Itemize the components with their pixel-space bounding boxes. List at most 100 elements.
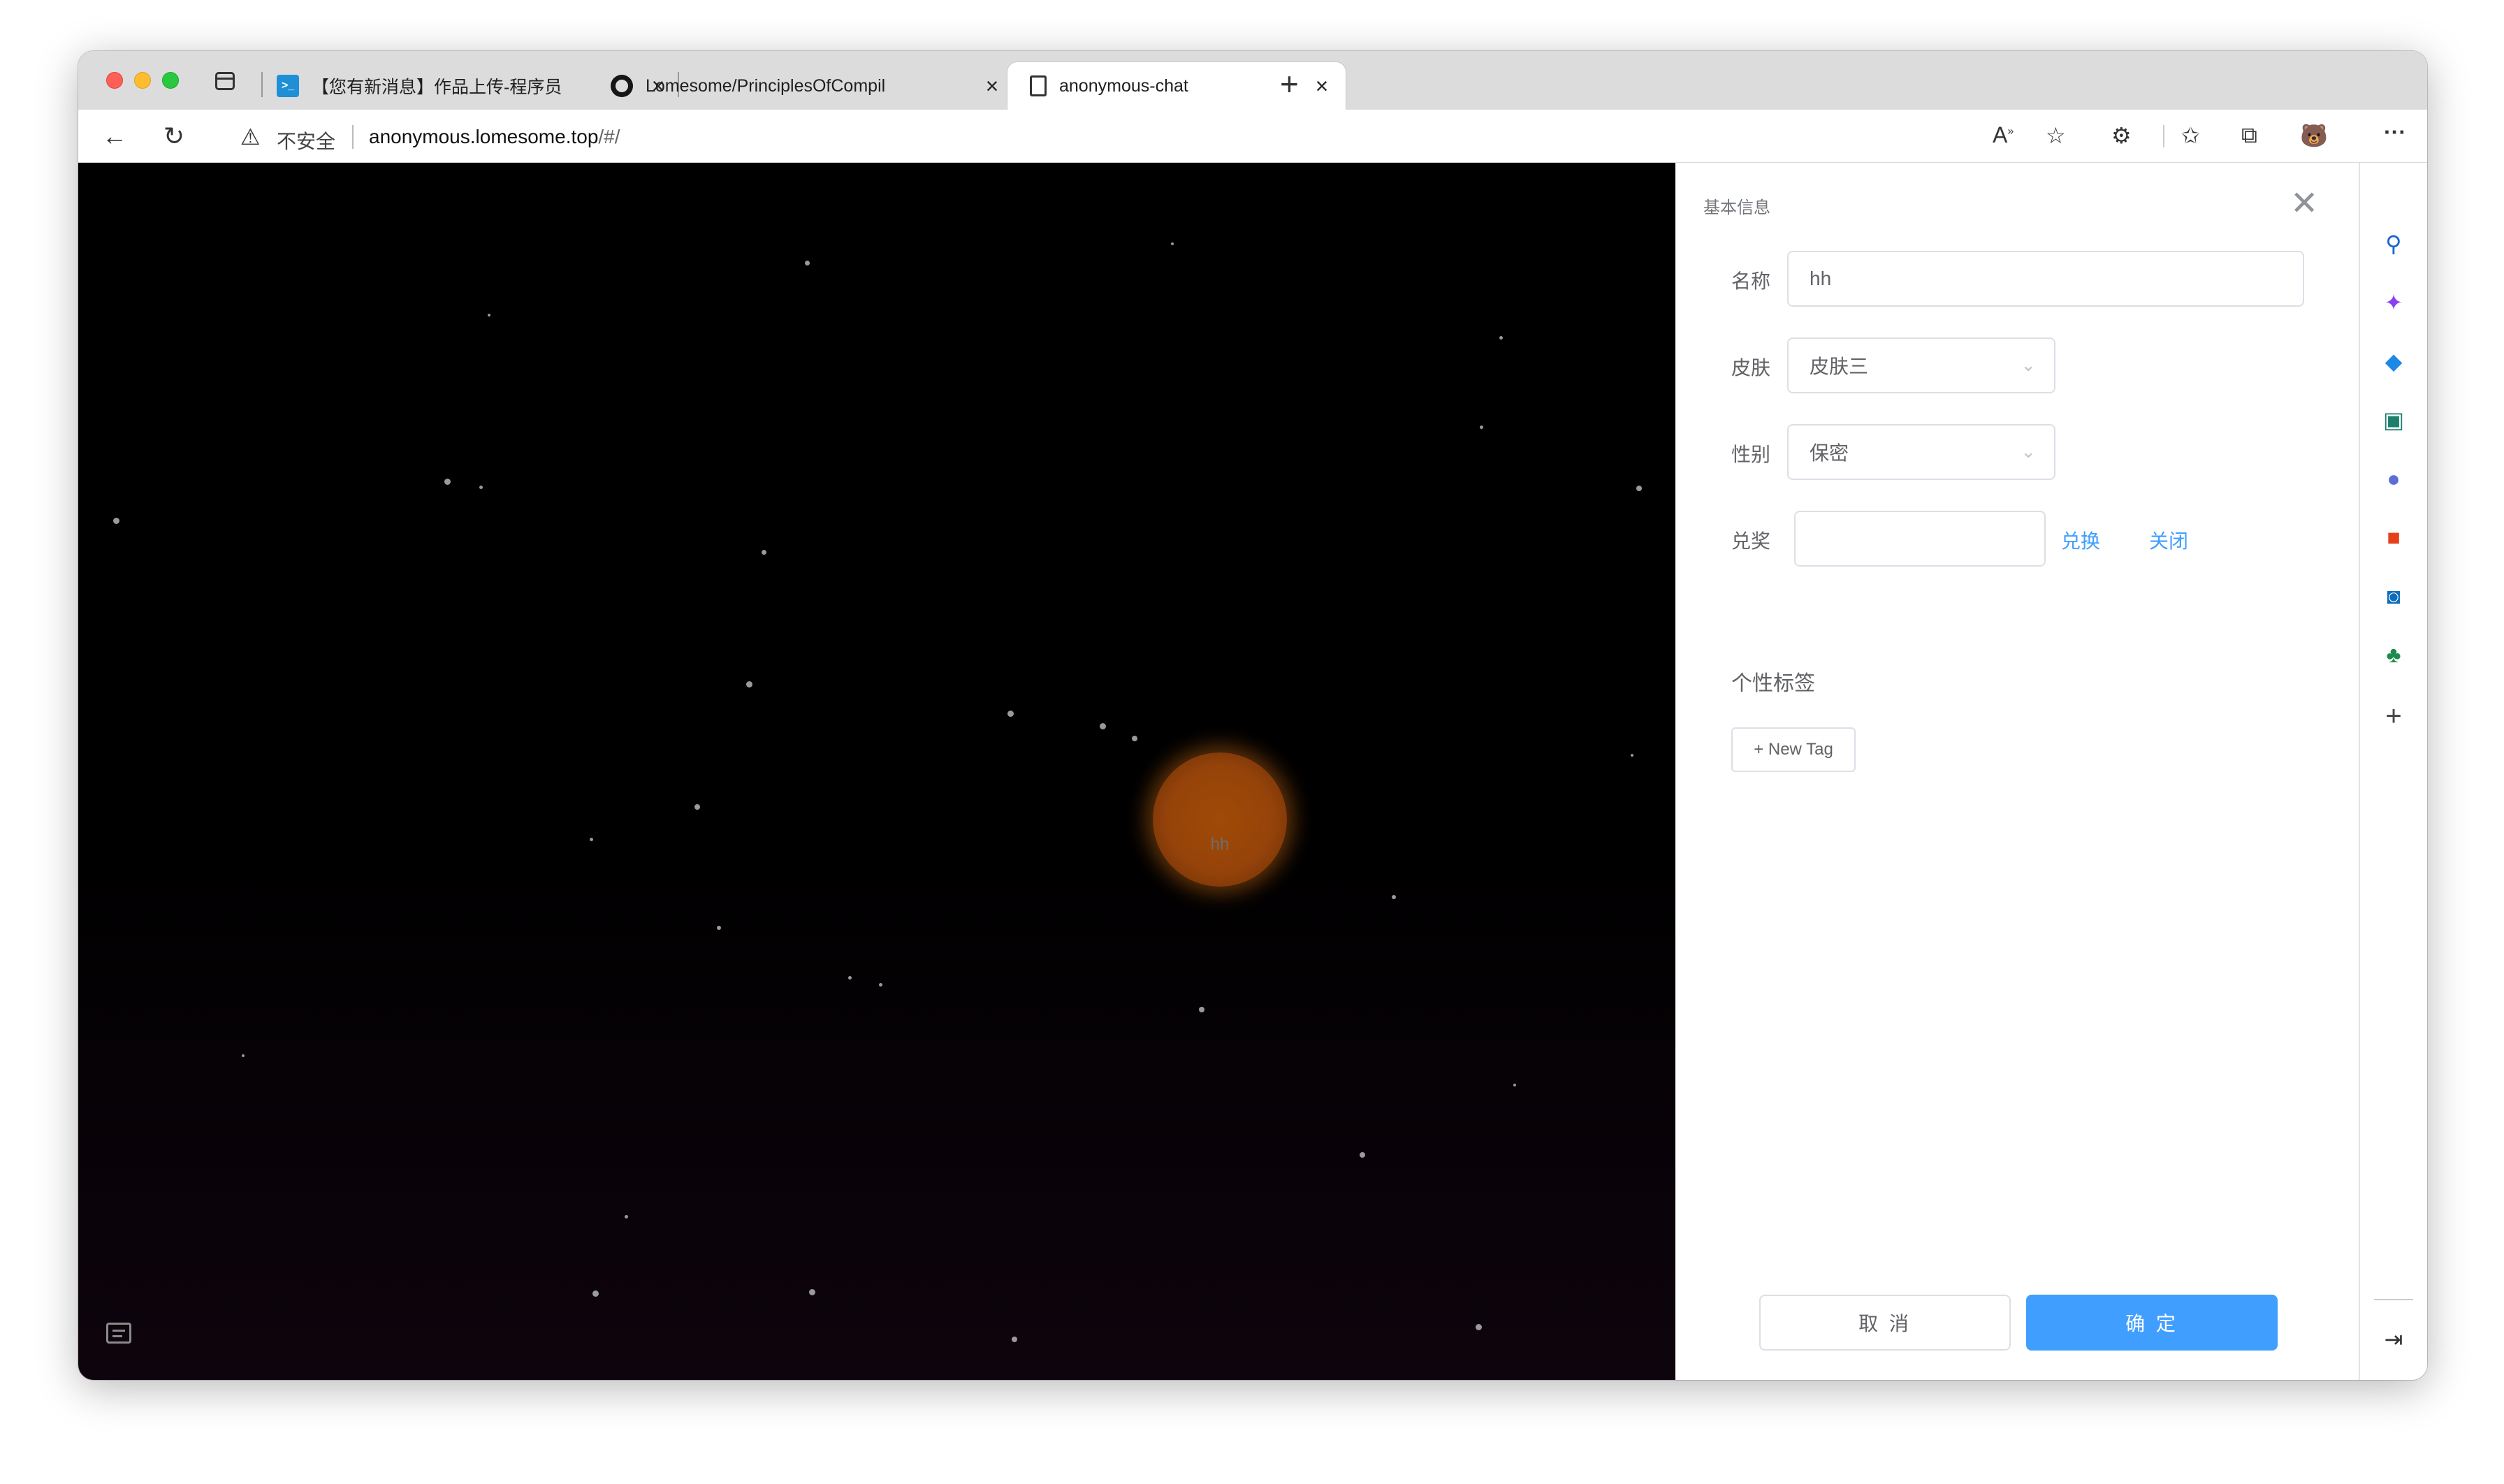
tab-title: anonymous-chat [1059, 75, 1188, 96]
chat-icon[interactable] [106, 1323, 131, 1344]
tab-actions-icon[interactable] [215, 72, 235, 90]
star [1100, 723, 1106, 729]
security-label[interactable]: 不安全 [277, 126, 335, 154]
star [625, 1215, 628, 1219]
edge-sidebar: ⚲ ✦ ◆ ▣ ● ■ ◙ ♣ + ⇥ ⚙ [2360, 163, 2427, 1380]
close-window-button[interactable] [106, 72, 123, 89]
office-icon[interactable]: ■ [2380, 523, 2408, 551]
address-bar[interactable]: ⚠ 不安全 anonymous.lomesome.top/#/ [218, 115, 2118, 157]
tree-icon[interactable]: ♣ [2380, 641, 2408, 669]
new-tag-button[interactable]: + New Tag [1731, 727, 1856, 772]
close-icon[interactable]: ✕ [2290, 184, 2318, 223]
toolbar: ← ↻ ⚠ 不安全 anonymous.lomesome.top/#/ A» ☆… [78, 110, 2427, 163]
collections-icon[interactable]: ⧉ [2241, 122, 2257, 149]
add-icon[interactable]: + [2380, 702, 2408, 730]
gender-label: 性别 [1731, 444, 1771, 465]
gender-select[interactable]: 保密 ⌄ [1787, 424, 2055, 480]
star [746, 681, 752, 688]
sidebar-divider [2374, 1299, 2413, 1300]
name-input[interactable]: hh [1787, 251, 2304, 307]
starfield-canvas[interactable]: hh [78, 163, 1675, 1380]
cancel-button[interactable]: 取 消 [1759, 1295, 2011, 1351]
star [1513, 1084, 1516, 1086]
tab-separator [261, 72, 263, 97]
browser-window: >_ 【您有新消息】作品上传-程序员 × Lomesome/Principles… [78, 51, 2427, 1380]
add-favorite-icon[interactable]: ☆ [2046, 122, 2066, 149]
star [113, 518, 119, 524]
star [1476, 1324, 1482, 1330]
tab-notifications[interactable]: >_ 【您有新消息】作品上传-程序员 × [277, 62, 668, 110]
star [1171, 242, 1174, 245]
star [805, 261, 810, 265]
star [1499, 336, 1503, 340]
redeem-input[interactable] [1794, 511, 2046, 567]
star [1392, 895, 1396, 899]
star [809, 1289, 815, 1295]
star [479, 486, 483, 489]
page-icon [1030, 75, 1047, 96]
tab-github-content[interactable]: Lomesome/PrinciplesOfCompil × [611, 62, 1002, 110]
close-icon[interactable]: × [1312, 73, 1332, 99]
star [1631, 754, 1633, 757]
drawer-title: 基本信息 [1703, 198, 1770, 217]
skin-select-value: 皮肤三 [1810, 356, 1869, 377]
star [488, 314, 490, 317]
star [694, 804, 700, 810]
star [762, 550, 766, 555]
redeem-label: 兑奖 [1731, 530, 1771, 552]
split-screen-icon[interactable]: ⇥ [2380, 1325, 2408, 1353]
extensions-icon[interactable]: ⚙ [2111, 122, 2132, 149]
tab-title: Lomesome/PrinciplesOfCompil [646, 75, 886, 96]
star [592, 1290, 599, 1297]
chevron-down-icon: ⌄ [2021, 441, 2036, 462]
outlook-icon[interactable]: ◙ [2380, 582, 2408, 610]
profile-drawer: 基本信息 ✕ 名称 hh 皮肤 皮肤三 ⌄ 性别 保密 ⌄ 兑奖 兑换 关闭 个… [1675, 163, 2360, 1380]
address-separator [352, 125, 354, 149]
name-label: 名称 [1731, 270, 1771, 292]
games-icon[interactable]: ● [2380, 465, 2408, 493]
star [444, 479, 451, 485]
new-tab-icon[interactable]: + [1280, 65, 1299, 103]
minimize-window-button[interactable] [134, 72, 151, 89]
github-icon [611, 75, 633, 97]
star [848, 976, 852, 980]
star [717, 926, 721, 930]
refresh-icon[interactable]: ↻ [163, 124, 184, 149]
profile-avatar-icon[interactable]: 🐻 [2300, 122, 2328, 149]
close-icon[interactable]: × [982, 73, 1002, 99]
back-arrow-icon[interactable]: ← [102, 124, 127, 149]
avatar-name-label: hh [1210, 835, 1230, 854]
user-avatar-orb[interactable] [1153, 752, 1287, 887]
more-options-icon[interactable]: ··· [2384, 119, 2406, 145]
warning-icon[interactable]: ⚠ [240, 124, 261, 150]
star [1007, 711, 1014, 717]
confirm-button[interactable]: 确 定 [2026, 1295, 2278, 1351]
zoom-window-button[interactable] [162, 72, 179, 89]
url-text[interactable]: anonymous.lomesome.top/#/ [369, 126, 620, 148]
close-link[interactable]: 关闭 [2149, 526, 2188, 554]
url-path: /#/ [598, 126, 620, 147]
copilot-icon[interactable]: ✦ [2380, 289, 2408, 317]
star [1636, 486, 1642, 491]
read-aloud-icon[interactable]: A» [1993, 122, 2014, 148]
shopping-icon[interactable]: ◆ [2380, 347, 2408, 375]
skin-label: 皮肤 [1731, 357, 1771, 379]
name-input-value: hh [1810, 268, 1832, 289]
star [590, 838, 593, 841]
search-icon[interactable]: ⚲ [2380, 230, 2408, 258]
favorites-icon[interactable]: ✩ [2181, 122, 2200, 149]
toolbar-separator [2163, 125, 2164, 147]
tab-strip: >_ 【您有新消息】作品上传-程序员 × Lomesome/Principles… [78, 51, 2427, 110]
star [1480, 425, 1483, 429]
skin-select[interactable]: 皮肤三 ⌄ [1787, 337, 2055, 393]
gender-select-value: 保密 [1810, 442, 1849, 464]
star [1012, 1337, 1017, 1342]
url-host: anonymous.lomesome.top [369, 126, 599, 147]
star [879, 983, 882, 987]
star [1360, 1152, 1365, 1158]
tools-icon[interactable]: ▣ [2380, 406, 2408, 434]
redeem-button[interactable]: 兑换 [2061, 526, 2100, 554]
star [1132, 736, 1137, 741]
tab-title: 【您有新消息】作品上传-程序员 [312, 78, 562, 97]
star [1199, 1007, 1204, 1012]
